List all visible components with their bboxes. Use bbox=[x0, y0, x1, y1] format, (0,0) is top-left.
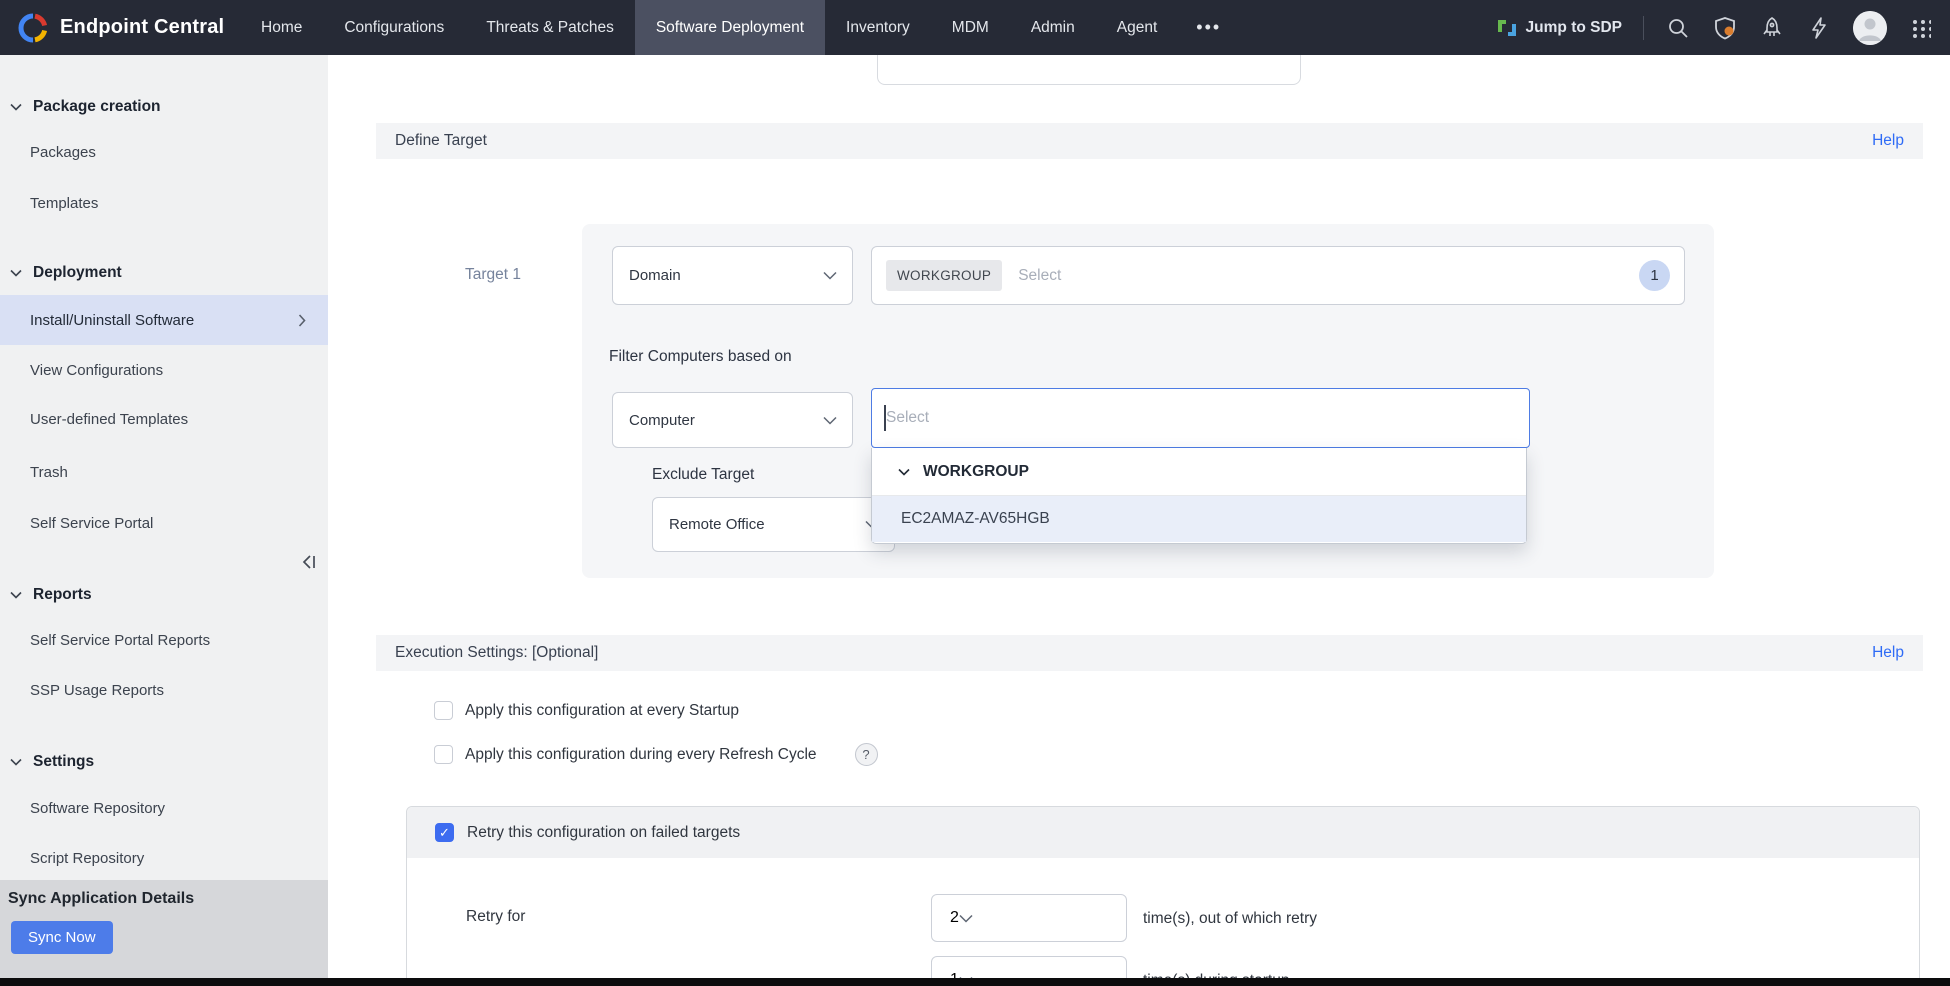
execution-settings-title: Execution Settings: [Optional] bbox=[395, 644, 598, 662]
main-content: Define Target Help Target 1 Domain WORKG… bbox=[328, 55, 1950, 986]
nav-item-software-deployment[interactable]: Software Deployment bbox=[635, 0, 825, 55]
nav-item-mdm[interactable]: MDM bbox=[931, 0, 1010, 55]
search-icon[interactable] bbox=[1665, 15, 1691, 41]
chevron-down-icon bbox=[898, 468, 910, 476]
sidebar-item-user-defined-templates[interactable]: User-defined Templates bbox=[0, 401, 328, 437]
filter-computers-label: Filter Computers based on bbox=[609, 348, 792, 366]
chevron-right-icon bbox=[298, 314, 306, 327]
endpoint-central-logo-icon bbox=[18, 13, 48, 43]
scrolled-card-remnant bbox=[877, 55, 1301, 85]
filter-type-dropdown[interactable]: Computer bbox=[612, 392, 853, 448]
domain-select-field[interactable]: WORKGROUP Select 1 bbox=[871, 246, 1685, 305]
computer-search-field-wrap bbox=[871, 388, 1530, 448]
sidebar-item-script-repository[interactable]: Script Repository bbox=[0, 840, 328, 876]
agent-bot-icon[interactable] bbox=[1759, 15, 1785, 41]
domain-select-placeholder: Select bbox=[1018, 267, 1623, 285]
chevron-down-icon bbox=[823, 271, 837, 280]
chevron-down-icon bbox=[10, 103, 22, 111]
chevron-down-icon bbox=[823, 416, 837, 425]
retry-checkbox-row: ✓ Retry this configuration on failed tar… bbox=[407, 807, 1919, 858]
jump-to-sdp-button[interactable]: Jump to SDP bbox=[1496, 18, 1622, 38]
exclude-target-label: Exclude Target bbox=[652, 466, 754, 484]
computer-select-dropdown-panel: WORKGROUP EC2AMAZ-AV65HGB bbox=[871, 448, 1527, 544]
sync-now-button[interactable]: Sync Now bbox=[11, 921, 113, 954]
nav-item-admin[interactable]: Admin bbox=[1010, 0, 1096, 55]
selection-count-badge: 1 bbox=[1639, 260, 1670, 291]
help-question-icon[interactable]: ? bbox=[855, 743, 878, 766]
sidebar-section-reports[interactable]: Reports bbox=[0, 579, 328, 611]
sync-application-details-title: Sync Application Details bbox=[8, 890, 320, 908]
navbar-divider bbox=[1643, 16, 1644, 40]
sidebar-item-install-uninstall-software[interactable]: Install/Uninstall Software bbox=[0, 295, 328, 345]
retry-suffix-label: time(s), out of which retry bbox=[1143, 910, 1317, 928]
domain-type-dropdown[interactable]: Domain bbox=[612, 246, 853, 305]
sidebar-section-package-creation[interactable]: Package creation bbox=[0, 91, 328, 123]
sidebar-section-settings[interactable]: Settings bbox=[0, 746, 328, 778]
sidebar-item-software-repository[interactable]: Software Repository bbox=[0, 790, 328, 826]
user-avatar[interactable] bbox=[1853, 11, 1887, 45]
nav-item-configurations[interactable]: Configurations bbox=[323, 0, 465, 55]
left-sidebar: Package creation Packages Templates Depl… bbox=[0, 55, 328, 986]
chevron-down-icon bbox=[959, 914, 973, 923]
apply-at-startup-label: Apply this configuration at every Startu… bbox=[465, 702, 739, 720]
brand-name: Endpoint Central bbox=[60, 16, 224, 39]
quick-actions-lightning-icon[interactable] bbox=[1806, 15, 1832, 41]
main-menu: Home Configurations Threats & Patches So… bbox=[240, 0, 1239, 55]
chevron-down-icon bbox=[10, 758, 22, 766]
sidebar-item-view-configurations[interactable]: View Configurations bbox=[0, 352, 328, 388]
refresh-cycle-checkbox-row: Apply this configuration during every Re… bbox=[434, 743, 878, 766]
target-1-label: Target 1 bbox=[465, 266, 521, 284]
chevron-down-icon bbox=[10, 591, 22, 599]
nav-item-threats-patches[interactable]: Threats & Patches bbox=[465, 0, 635, 55]
define-target-title: Define Target bbox=[395, 132, 487, 150]
nav-item-inventory[interactable]: Inventory bbox=[825, 0, 931, 55]
retry-count-dropdown[interactable]: 2 bbox=[931, 894, 1127, 942]
dropdown-option-ec2amaz[interactable]: EC2AMAZ-AV65HGB bbox=[872, 496, 1526, 542]
retry-settings-box: ✓ Retry this configuration on failed tar… bbox=[406, 806, 1920, 986]
sidebar-item-templates[interactable]: Templates bbox=[0, 185, 328, 221]
sidebar-item-trash[interactable]: Trash bbox=[0, 454, 328, 490]
sidebar-item-packages[interactable]: Packages bbox=[0, 134, 328, 170]
brand[interactable]: Endpoint Central bbox=[0, 0, 240, 55]
sdp-icon bbox=[1496, 18, 1518, 38]
security-shield-icon[interactable] bbox=[1712, 15, 1738, 41]
nav-item-agent[interactable]: Agent bbox=[1096, 0, 1179, 55]
window-bottom-edge bbox=[0, 978, 1950, 986]
sync-application-details-band: Sync Application Details Sync Now bbox=[0, 880, 328, 980]
sidebar-item-self-service-portal-reports[interactable]: Self Service Portal Reports bbox=[0, 622, 328, 658]
nav-item-home[interactable]: Home bbox=[240, 0, 323, 55]
apps-grid-icon[interactable] bbox=[1908, 15, 1934, 41]
chevron-down-icon bbox=[10, 269, 22, 277]
navbar-right-cluster: Jump to SDP bbox=[1496, 0, 1934, 55]
dropdown-group-workgroup[interactable]: WORKGROUP bbox=[872, 448, 1526, 496]
sidebar-collapse-icon[interactable] bbox=[298, 550, 324, 574]
workgroup-chip[interactable]: WORKGROUP bbox=[886, 260, 1002, 291]
apply-refresh-cycle-checkbox[interactable] bbox=[434, 745, 453, 764]
apply-at-startup-checkbox[interactable] bbox=[434, 701, 453, 720]
sidebar-section-deployment[interactable]: Deployment bbox=[0, 257, 328, 289]
startup-checkbox-row: Apply this configuration at every Startu… bbox=[434, 701, 739, 720]
sidebar-item-self-service-portal[interactable]: Self Service Portal bbox=[0, 505, 328, 541]
apply-refresh-cycle-label: Apply this configuration during every Re… bbox=[465, 746, 817, 764]
top-navbar: Endpoint Central Home Configurations Thr… bbox=[0, 0, 1950, 55]
define-target-section-header: Define Target Help bbox=[376, 123, 1923, 159]
jump-to-sdp-label: Jump to SDP bbox=[1526, 19, 1622, 37]
execution-settings-section-header: Execution Settings: [Optional] Help bbox=[376, 635, 1923, 671]
retry-for-label: Retry for bbox=[466, 908, 525, 926]
computer-search-input[interactable] bbox=[871, 388, 1530, 448]
execution-settings-help-link[interactable]: Help bbox=[1872, 644, 1904, 662]
text-caret bbox=[884, 405, 886, 431]
more-menu-icon[interactable]: ••• bbox=[1178, 0, 1239, 55]
define-target-help-link[interactable]: Help bbox=[1872, 132, 1904, 150]
retry-on-failed-checkbox[interactable]: ✓ bbox=[435, 823, 454, 842]
retry-on-failed-label: Retry this configuration on failed targe… bbox=[467, 824, 740, 842]
exclude-target-dropdown[interactable]: Remote Office bbox=[652, 497, 895, 552]
sidebar-item-ssp-usage-reports[interactable]: SSP Usage Reports bbox=[0, 672, 328, 708]
